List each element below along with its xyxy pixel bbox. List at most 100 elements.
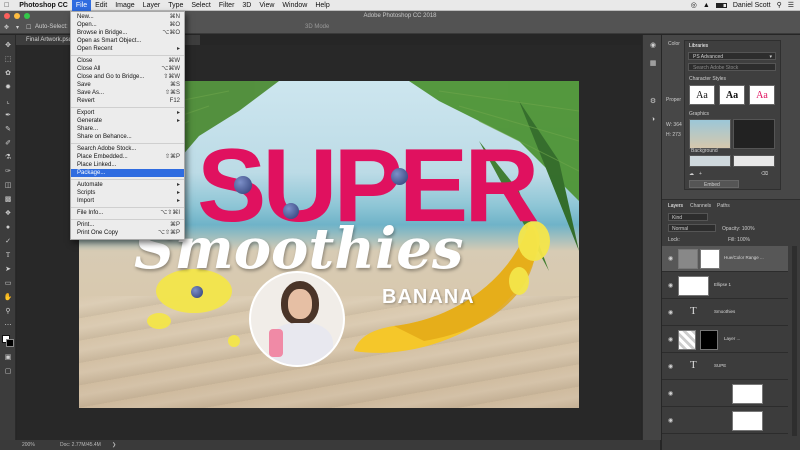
menu-item-print-one-copy[interactable]: Print One Copy ⌥⇧⌘P <box>71 229 184 237</box>
menu-image[interactable]: Image <box>111 0 138 11</box>
pen-tool-icon[interactable]: ✓ <box>3 237 13 246</box>
layer-row[interactable]: ◉ <box>662 381 788 407</box>
menu-item-automate[interactable]: Automate ▸ <box>71 181 184 189</box>
color-panel-icon[interactable]: ◉ <box>648 41 658 50</box>
character-style-swatch[interactable]: Aa <box>689 85 715 105</box>
layer-row[interactable]: ◉ Hue/Color Range ... <box>662 246 788 272</box>
menu-edit[interactable]: Edit <box>91 0 111 11</box>
crop-tool-icon[interactable]: ⌞ <box>3 97 13 106</box>
menu-type[interactable]: Type <box>164 0 187 11</box>
visibility-eye-icon[interactable]: ◉ <box>668 417 673 424</box>
visibility-eye-icon[interactable]: ◉ <box>668 363 673 370</box>
menu-item-save-as[interactable]: Save As... ⇧⌘S <box>71 89 184 97</box>
quick-mask-icon[interactable]: ▣ <box>3 353 13 362</box>
character-style-swatch[interactable]: Aa <box>719 85 745 105</box>
clone-stamp-tool-icon[interactable]: ⚗ <box>3 153 13 162</box>
shape-tool-icon[interactable]: ▭ <box>3 279 13 288</box>
menu-item-scripts[interactable]: Scripts ▸ <box>71 189 184 197</box>
stock-search-input[interactable]: Search Adobe Stock <box>688 63 776 71</box>
menu-help[interactable]: Help <box>311 0 333 11</box>
auto-select-checkbox[interactable]: ☐ <box>26 24 31 31</box>
type-tool-icon[interactable]: T <box>3 251 13 260</box>
hand-tool-icon[interactable]: ✋ <box>3 293 13 302</box>
move-tool-icon[interactable]: ✥ <box>4 24 9 31</box>
layer-row[interactable]: ◉ Ellipse 1 <box>662 273 788 299</box>
menu-item-open[interactable]: Open... ⌘O <box>71 21 184 29</box>
brush-tool-icon[interactable]: ✐ <box>3 139 13 148</box>
lasso-tool-icon[interactable]: ✿ <box>3 69 13 78</box>
layer-name[interactable]: Layer ... <box>724 336 740 341</box>
layer-row[interactable]: ◉ T Smoothies <box>662 300 788 326</box>
healing-tool-icon[interactable]: ✎ <box>3 125 13 134</box>
swatches-panel-icon[interactable]: ▦ <box>648 59 658 68</box>
character-styles-header[interactable]: Character Styles <box>689 76 726 82</box>
menu-item-close[interactable]: Close ⌘W <box>71 57 184 65</box>
wifi-icon[interactable]: ◎ <box>691 1 697 9</box>
app-menu[interactable]: Photoshop CC <box>13 0 72 11</box>
tool-preset-arrow-icon[interactable]: ▾ <box>16 24 19 31</box>
visibility-eye-icon[interactable]: ◉ <box>668 390 673 397</box>
eyedropper-tool-icon[interactable]: ✒ <box>3 111 13 120</box>
embed-button[interactable]: Embed <box>689 180 739 188</box>
menu-item-search-adobe-stock[interactable]: Search Adobe Stock... <box>71 145 184 153</box>
properties-panel-icon[interactable]: ⚙ <box>648 97 658 106</box>
menu-view[interactable]: View <box>255 0 278 11</box>
fill-field[interactable]: Fill: 100% <box>728 237 750 243</box>
visibility-eye-icon[interactable]: ◉ <box>668 309 673 316</box>
menu-item-close-and-go-to-bridge[interactable]: Close and Go to Bridge... ⇧⌘W <box>71 73 184 81</box>
visibility-eye-icon[interactable]: ◉ <box>668 336 673 343</box>
eraser-tool-icon[interactable]: ◫ <box>3 181 13 190</box>
zoom-tool-icon[interactable]: ⚲ <box>3 307 13 316</box>
menu-item-place-embedded[interactable]: Place Embedded... ⇧⌘P <box>71 153 184 161</box>
layer-row[interactable]: ◉ <box>662 408 788 434</box>
graphic-thumbnail-background[interactable] <box>689 119 731 149</box>
properties-panel-tab[interactable]: Proper <box>666 97 681 103</box>
menu-item-print[interactable]: Print... ⌘P <box>71 221 184 229</box>
path-select-tool-icon[interactable]: ➤ <box>3 265 13 274</box>
more-tools-icon[interactable]: ⋯ <box>3 321 13 330</box>
visibility-eye-icon[interactable]: ◉ <box>668 255 673 262</box>
battery-icon[interactable] <box>715 2 727 8</box>
user-name[interactable]: Daniel Scott <box>733 2 771 9</box>
menu-item-package[interactable]: Package... <box>71 169 184 177</box>
library-selector[interactable]: PS Advanced ▾ <box>688 52 776 60</box>
layer-row[interactable]: ◉ Layer ... <box>662 327 788 353</box>
graphic-thumbnail[interactable] <box>733 119 775 149</box>
blend-mode-select[interactable]: Normal <box>668 224 716 232</box>
menu-layer[interactable]: Layer <box>139 0 165 11</box>
search-icon[interactable]: ⚲ <box>777 1 782 9</box>
menu-item-browse-in-bridge[interactable]: Browse in Bridge... ⌥⌘O <box>71 29 184 37</box>
tab-channels[interactable]: Channels <box>690 203 711 209</box>
menu-item-import[interactable]: Import ▸ <box>71 197 184 205</box>
history-brush-tool-icon[interactable]: ✑ <box>3 167 13 176</box>
menu-item-file-info[interactable]: File Info... ⌥⇧⌘I <box>71 209 184 217</box>
menu-item-close-all[interactable]: Close All ⌥⌘W <box>71 65 184 73</box>
menu-window[interactable]: Window <box>278 0 311 11</box>
menu-item-revert[interactable]: Revert F12 <box>71 97 184 105</box>
list-icon[interactable]: ☰ <box>788 1 794 9</box>
layer-name[interactable]: SUPE <box>714 363 726 368</box>
trash-icon[interactable]: ⌫ <box>761 171 768 177</box>
graphic-thumbnail[interactable] <box>689 155 731 167</box>
menu-item-new[interactable]: New... ⌘N <box>71 13 184 21</box>
status-arrow-icon[interactable]: ❯ <box>112 440 116 450</box>
background-color-swatch[interactable] <box>6 339 14 347</box>
menu-3d[interactable]: 3D <box>238 0 255 11</box>
graphic-thumbnail[interactable] <box>733 155 775 167</box>
layer-name[interactable]: Smoothies <box>714 309 735 314</box>
layer-kind-filter[interactable]: Kind <box>668 213 708 221</box>
quick-select-tool-icon[interactable]: ✹ <box>3 83 13 92</box>
libraries-panel-tab[interactable]: Libraries <box>689 43 708 49</box>
character-style-swatch[interactable]: Aa <box>749 85 775 105</box>
volume-icon[interactable]: ▲ <box>703 2 710 9</box>
menu-item-open-as-smart-object[interactable]: Open as Smart Object... <box>71 37 184 45</box>
layer-name[interactable]: Hue/Color Range ... <box>724 255 764 260</box>
graphics-header[interactable]: Graphics <box>689 111 709 117</box>
apple-menu-icon[interactable]:  <box>0 0 13 11</box>
menu-item-save[interactable]: Save ⌘S <box>71 81 184 89</box>
menu-item-open-recent[interactable]: Open Recent ▸ <box>71 45 184 53</box>
menu-item-generate[interactable]: Generate ▸ <box>71 117 184 125</box>
menu-filter[interactable]: Filter <box>215 0 239 11</box>
screen-mode-icon[interactable]: ▢ <box>3 367 13 376</box>
menu-file[interactable]: File <box>71 0 92 11</box>
